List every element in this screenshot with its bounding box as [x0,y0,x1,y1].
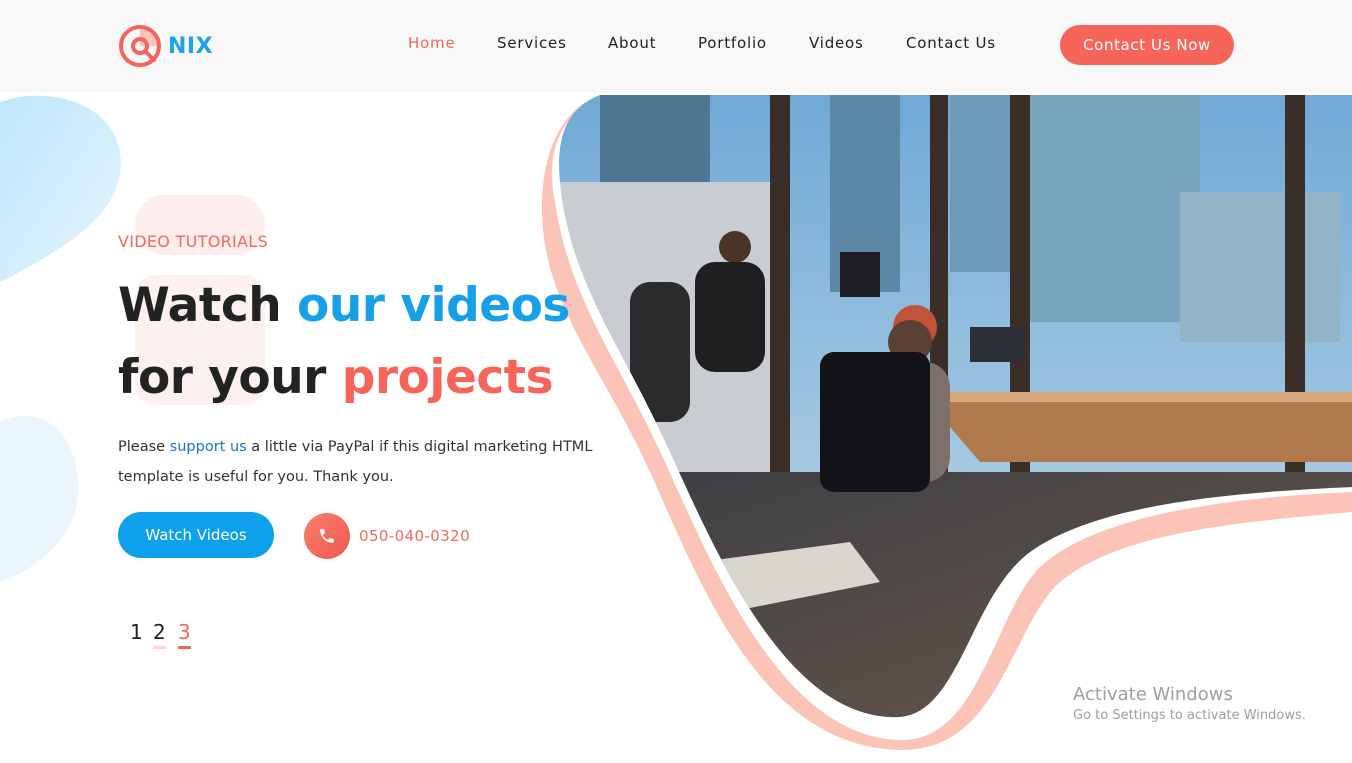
activation-subtitle: Go to Settings to activate Windows. [1073,708,1306,723]
watch-videos-button[interactable]: Watch Videos [118,512,274,558]
headline-highlight-blue: our videos [297,278,570,333]
nav-about[interactable]: About [608,34,656,52]
windows-activation-watermark: Activate Windows Go to Settings to activ… [1073,684,1306,723]
phone-button[interactable] [304,513,350,559]
headline-text: for your [118,350,342,405]
headline-text: Watch [118,278,298,333]
logo[interactable]: NIX [118,24,213,68]
phone-number[interactable]: 050-040-0320 [359,527,470,545]
description-text: Please [118,439,170,455]
nav-videos[interactable]: Videos [809,34,864,52]
headline-line-1: Watch our videos [118,270,570,342]
hero-headline: Watch our videos for your projects [118,270,570,414]
hero-eyebrow: VIDEO TUTORIALS [118,232,268,251]
nav-home[interactable]: Home [408,34,456,52]
support-us-link[interactable]: support us [170,439,247,455]
hero-description: Please support us a little via PayPal if… [118,432,618,492]
activation-title: Activate Windows [1073,684,1233,705]
nav-portfolio[interactable]: Portfolio [698,34,767,52]
contact-us-now-button[interactable]: Contact Us Now [1060,25,1234,65]
headline-line-2: for your projects [118,342,570,414]
phone-icon [320,529,334,543]
pager-item-3[interactable]: 3 [178,620,191,649]
pager-item-1[interactable]: 1 [130,620,143,646]
pager-item-2[interactable]: 2 [153,620,166,649]
hero-office-image [541,95,1352,751]
nix-logo-icon [119,25,161,67]
nav-services[interactable]: Services [497,34,567,52]
nav-contact[interactable]: Contact Us [906,34,996,52]
site-header: NIX Home Services About Portfolio Videos… [0,0,1352,92]
logo-text: NIX [168,33,214,59]
headline-highlight-coral: projects [341,350,554,405]
